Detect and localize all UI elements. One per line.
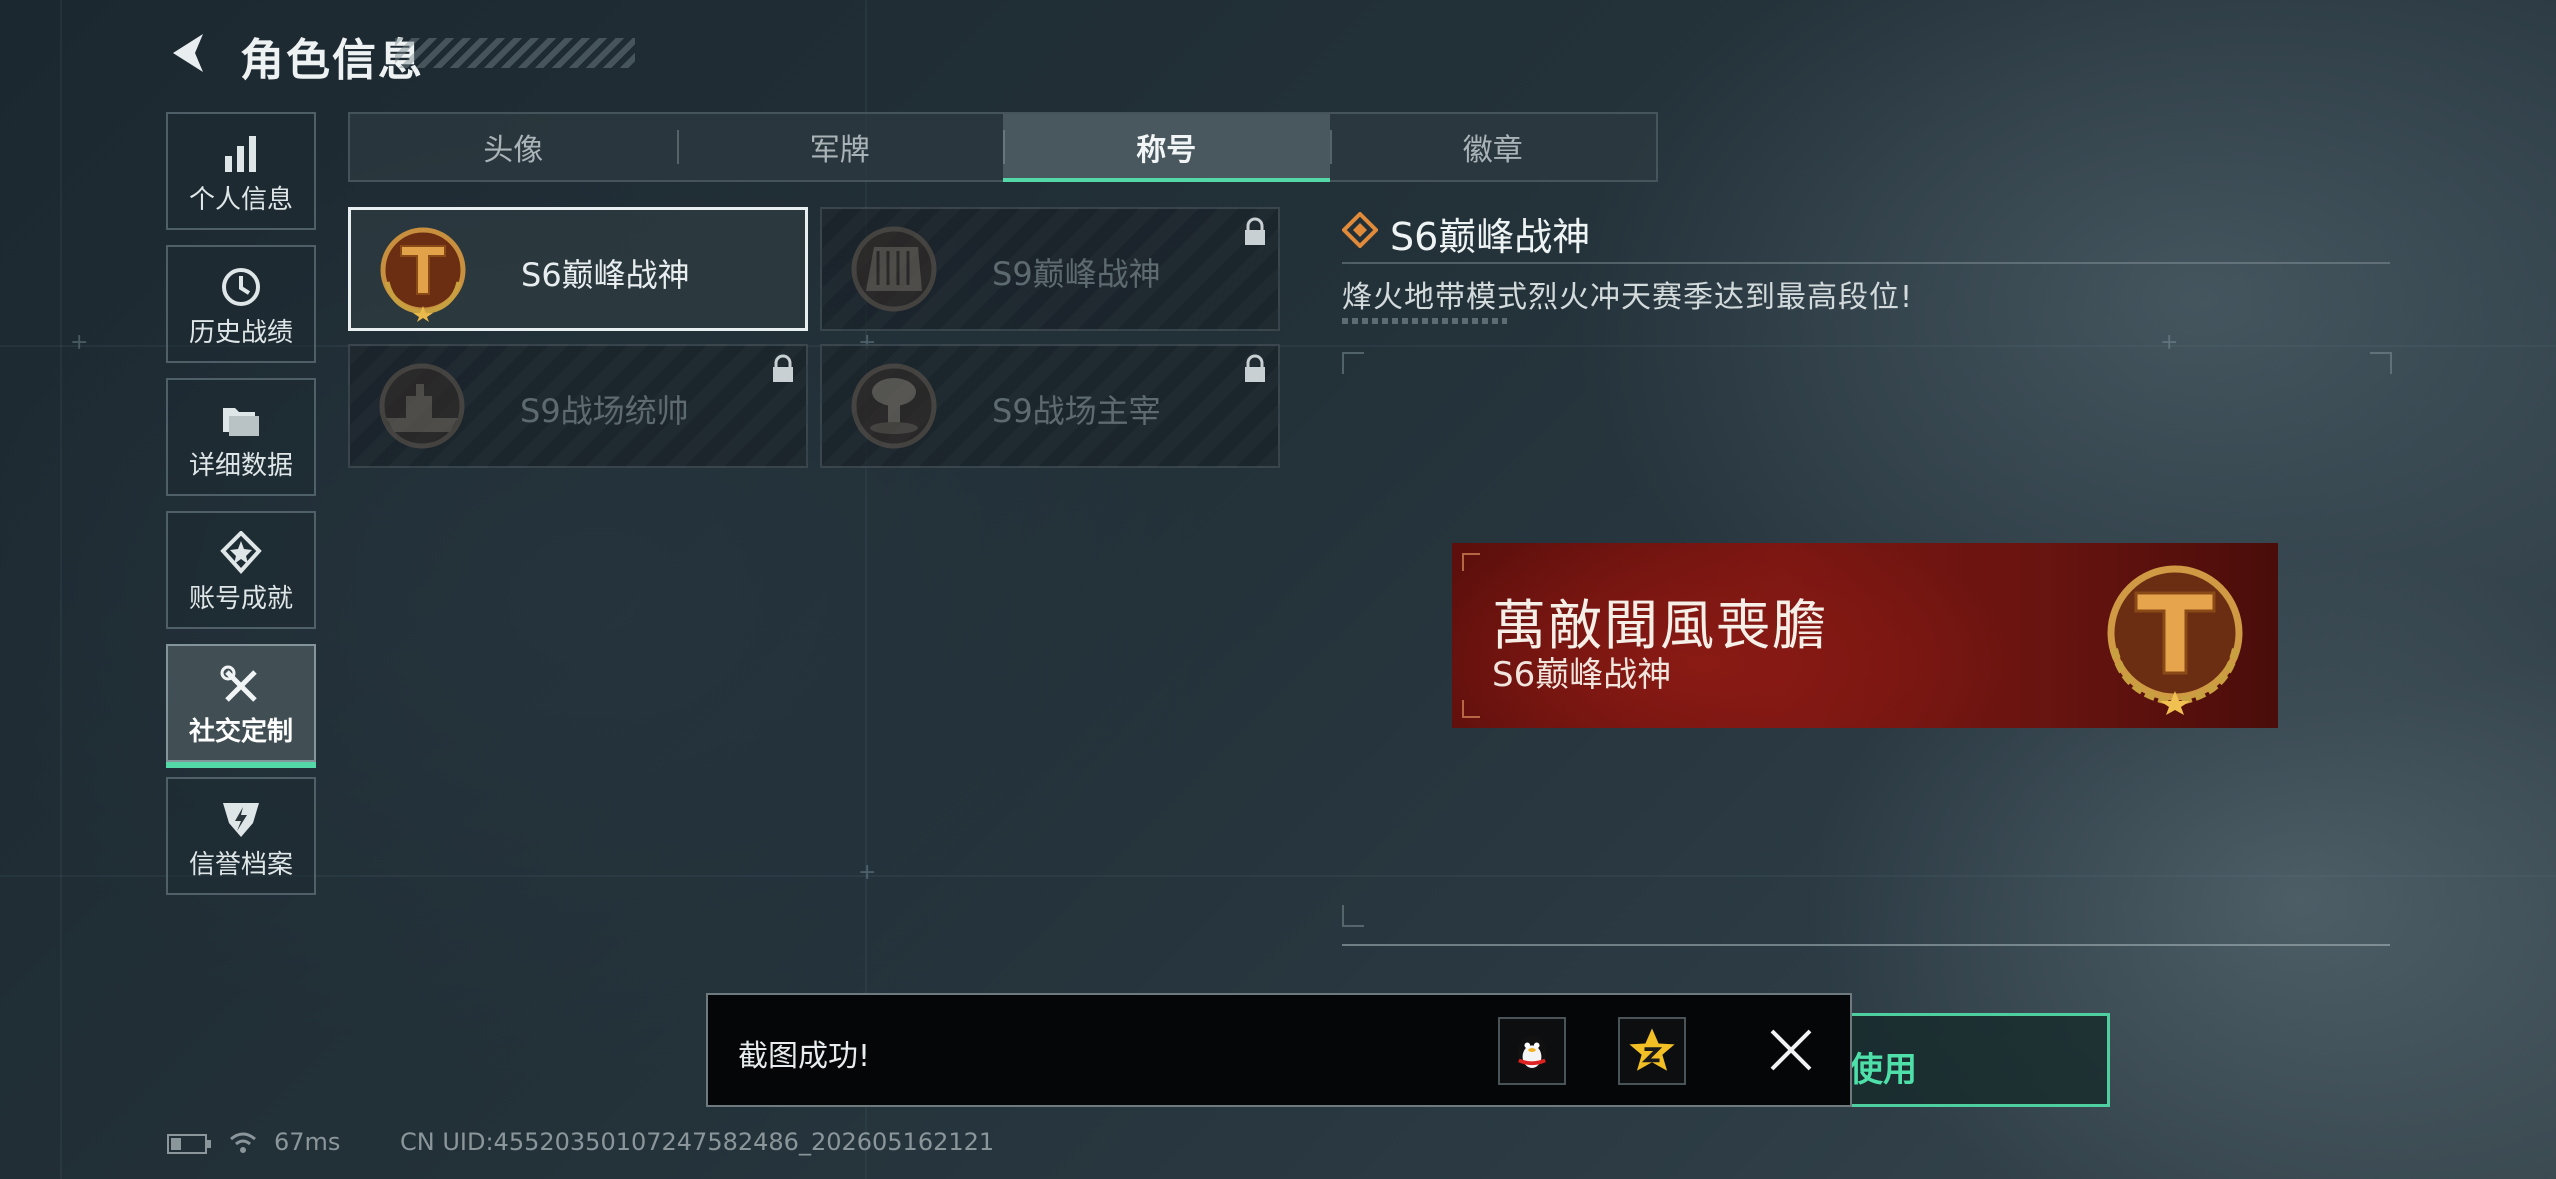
- title-card[interactable]: S6巅峰战神: [348, 207, 808, 331]
- use-button-label: 使用: [1849, 1050, 1917, 1090]
- grid-line: [0, 875, 2556, 877]
- tab-dog-tag[interactable]: 军牌: [676, 114, 1004, 180]
- title-card[interactable]: S9战场统帅: [348, 344, 808, 468]
- sidebar-item-label: 社交定制: [188, 717, 293, 747]
- ping-readout: 67ms: [274, 1128, 341, 1156]
- tools-icon: [220, 665, 257, 702]
- grid-line: [60, 0, 62, 1179]
- sidebar-item-label: 账号成就: [188, 584, 293, 614]
- category-tabs: 头像 军牌 称号 徽章: [348, 112, 1658, 182]
- crosshair-mark: +: [2160, 330, 2179, 355]
- title-name: S6巅峰战神: [521, 256, 690, 294]
- battleship-emblem-icon: [379, 363, 465, 449]
- title-card[interactable]: S9巅峰战神: [820, 207, 1280, 331]
- lock-icon: [1245, 354, 1265, 382]
- bar-chart-icon: [225, 136, 256, 172]
- screenshot-toast: 截图成功!: [706, 993, 1852, 1107]
- sidebar-item-history[interactable]: 历史战绩: [166, 245, 316, 363]
- qq-penguin-icon: [1517, 1035, 1547, 1071]
- crosshair-mark: +: [70, 330, 89, 355]
- back-arrow-icon[interactable]: [165, 28, 215, 78]
- frame-corner: [1342, 905, 1364, 927]
- tab-title[interactable]: 称号: [1003, 114, 1330, 182]
- diamond-emblem-icon: [1342, 212, 1378, 248]
- sidebar-item-label: 个人信息: [188, 185, 293, 215]
- banner-corner: [1462, 553, 1480, 571]
- reputation-icon: [223, 803, 259, 837]
- sidebar-item-reputation[interactable]: 信誉档案: [166, 777, 316, 895]
- lock-icon: [773, 354, 793, 382]
- detail-divider: [1342, 262, 2390, 264]
- tab-avatar[interactable]: 头像: [350, 114, 677, 180]
- sidebar-item-personal-info[interactable]: 个人信息: [166, 112, 316, 230]
- lock-icon: [1245, 217, 1265, 245]
- crosshair-mark: +: [858, 860, 877, 885]
- title-name: S9战场统帅: [520, 392, 689, 430]
- tab-badge[interactable]: 徽章: [1329, 114, 1657, 180]
- sidebar-item-social-custom[interactable]: 社交定制: [166, 644, 316, 768]
- sidebar-item-detailed-data[interactable]: 详细数据: [166, 378, 316, 496]
- wifi-icon: [230, 1132, 256, 1153]
- detail-title: S6巅峰战神: [1390, 215, 1591, 259]
- title-card[interactable]: S9战场主宰: [820, 344, 1280, 468]
- frame-corner: [1342, 352, 1364, 374]
- folder-data-icon: [223, 408, 259, 436]
- banner-corner: [1462, 700, 1480, 718]
- laurel-t-emblem-icon: [2107, 565, 2243, 715]
- close-icon[interactable]: [1766, 1025, 1816, 1075]
- title-decoration: [395, 38, 635, 68]
- achievement-icon: [220, 531, 262, 574]
- share-qq-button[interactable]: [1498, 1017, 1566, 1085]
- history-clock-icon: [222, 268, 260, 306]
- detail-description: 烽火地带模式烈火冲天赛季达到最高段位!: [1342, 280, 1914, 315]
- laurel-t-emblem-icon: [380, 227, 466, 322]
- sidebar-item-achievements[interactable]: 账号成就: [166, 511, 316, 629]
- detail-frame-bottom: [1342, 944, 2390, 946]
- title-banner-preview: 萬敵聞風喪膽 S6巅峰战神: [1452, 543, 2278, 728]
- detail-decoration: [1342, 318, 1507, 324]
- sidebar-item-label: 历史战绩: [188, 318, 293, 348]
- user-uid: CN UID:4552035010724758248​6_20260516212…: [400, 1128, 995, 1156]
- explosion-emblem-icon: [851, 363, 937, 449]
- title-name: S9巅峰战神: [992, 255, 1161, 293]
- sidebar-item-label: 信誉档案: [188, 850, 293, 880]
- share-qzone-button[interactable]: [1618, 1017, 1686, 1085]
- frame-corner: [2370, 352, 2392, 374]
- qzone-star-icon: [1629, 1028, 1675, 1071]
- battery-icon: [167, 1134, 211, 1154]
- title-name: S9战场主宰: [992, 392, 1161, 430]
- toast-message: 截图成功!: [738, 1039, 871, 1074]
- sidebar-item-label: 详细数据: [188, 451, 293, 481]
- fortress-emblem-icon: [851, 226, 937, 312]
- banner-subtitle: S6巅峰战神: [1492, 655, 1672, 695]
